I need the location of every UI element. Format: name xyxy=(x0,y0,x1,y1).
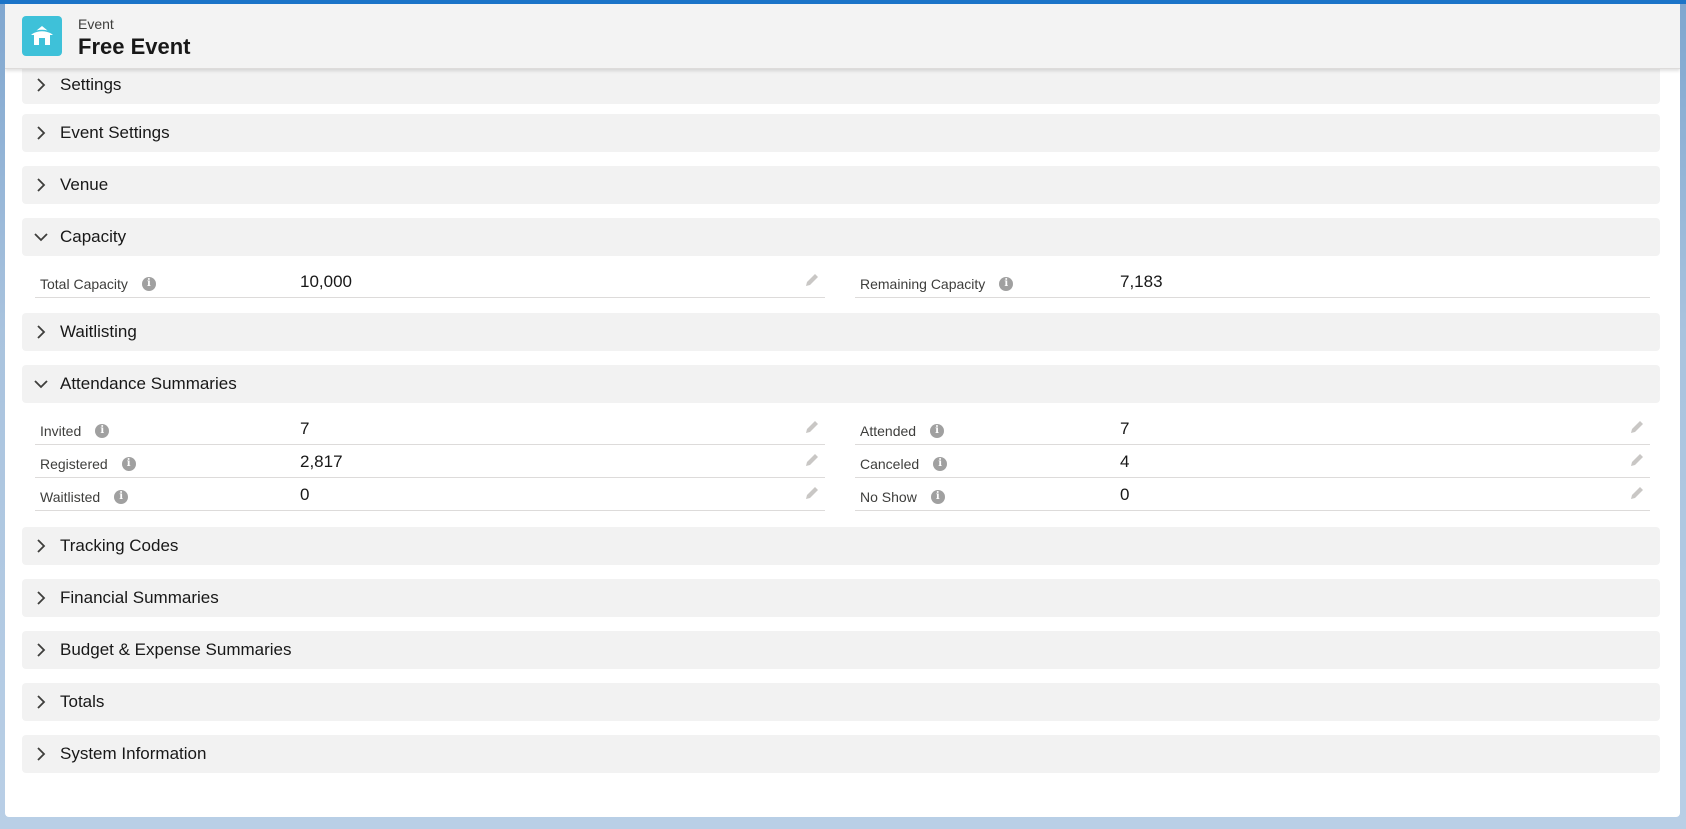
record-header: Event Free Event xyxy=(5,4,1680,69)
field-attended: Attended i 7 xyxy=(855,411,1650,445)
pencil-icon[interactable] xyxy=(804,272,820,288)
chevron-right-icon xyxy=(34,325,48,339)
chevron-right-icon xyxy=(34,539,48,553)
field-label: No Show xyxy=(860,489,917,505)
field-value: 2,817 xyxy=(300,452,343,471)
section-event-settings[interactable]: Event Settings xyxy=(22,114,1660,152)
field-value: 7 xyxy=(300,419,310,438)
section-budget-expense-summaries[interactable]: Budget & Expense Summaries xyxy=(22,631,1660,669)
object-type-label: Event xyxy=(78,16,114,32)
field-label: Attended xyxy=(860,423,917,439)
section-label: Event Settings xyxy=(60,123,170,142)
field-invited: Invited i 7 xyxy=(35,411,825,445)
pencil-icon[interactable] xyxy=(1629,485,1645,501)
chevron-down-icon xyxy=(34,377,48,391)
section-label: Totals xyxy=(60,692,105,711)
section-label: Venue xyxy=(60,175,109,194)
info-icon[interactable]: i xyxy=(141,277,156,291)
section-label: System Information xyxy=(60,744,207,763)
section-capacity[interactable]: Capacity xyxy=(22,218,1660,256)
info-icon[interactable]: i xyxy=(121,457,136,471)
info-icon[interactable]: i xyxy=(930,490,945,504)
field-total-capacity: Total Capacity i 10,000 xyxy=(35,264,825,298)
chevron-right-icon xyxy=(34,747,48,761)
pencil-icon[interactable] xyxy=(1629,452,1645,468)
info-icon[interactable]: i xyxy=(930,424,945,438)
chevron-right-icon xyxy=(34,178,48,192)
field-label: Total Capacity xyxy=(40,276,128,292)
section-attendance-summaries[interactable]: Attendance Summaries xyxy=(22,365,1660,403)
event-house-icon xyxy=(22,16,62,56)
field-no-show: No Show i 0 xyxy=(855,477,1650,511)
chevron-right-icon xyxy=(34,643,48,657)
field-label: Invited xyxy=(40,423,82,439)
field-label: Canceled xyxy=(860,456,920,472)
section-label: Waitlisting xyxy=(60,322,137,341)
field-label: Registered xyxy=(40,456,108,472)
section-tracking-codes[interactable]: Tracking Codes xyxy=(22,527,1660,565)
field-remaining-capacity: Remaining Capacity i 7,183 xyxy=(855,264,1650,298)
pencil-icon[interactable] xyxy=(804,419,820,435)
section-label: Tracking Codes xyxy=(60,536,179,555)
field-label: Remaining Capacity xyxy=(860,276,986,292)
section-label: Financial Summaries xyxy=(60,588,219,607)
field-value: 4 xyxy=(1120,452,1130,471)
pencil-icon[interactable] xyxy=(1629,419,1645,435)
field-registered: Registered i 2,817 xyxy=(35,444,825,478)
pencil-icon[interactable] xyxy=(804,485,820,501)
pencil-icon[interactable] xyxy=(804,452,820,468)
field-value: 10,000 xyxy=(300,272,352,291)
section-financial-summaries[interactable]: Financial Summaries xyxy=(22,579,1660,617)
chevron-right-icon xyxy=(34,78,48,92)
record-title: Free Event xyxy=(78,34,191,59)
field-canceled: Canceled i 4 xyxy=(855,444,1650,478)
section-waitlisting[interactable]: Waitlisting xyxy=(22,313,1660,351)
chevron-right-icon xyxy=(34,695,48,709)
section-venue[interactable]: Venue xyxy=(22,166,1660,204)
field-value: 0 xyxy=(1120,485,1130,504)
info-icon[interactable]: i xyxy=(933,457,948,471)
section-label: Budget & Expense Summaries xyxy=(60,640,292,659)
field-value: 0 xyxy=(300,485,310,504)
section-settings[interactable]: Settings xyxy=(22,66,1660,104)
chevron-right-icon xyxy=(34,126,48,140)
field-value: 7 xyxy=(1120,419,1130,438)
section-label: Settings xyxy=(60,75,122,94)
field-label: Waitlisted xyxy=(40,489,101,505)
field-value: 7,183 xyxy=(1120,272,1163,291)
section-label: Attendance Summaries xyxy=(60,374,237,393)
record-detail-card: Event Free Event Settings Event Settings… xyxy=(5,4,1680,817)
field-waitlisted: Waitlisted i 0 xyxy=(35,477,825,511)
chevron-right-icon xyxy=(34,591,48,605)
info-icon[interactable]: i xyxy=(95,424,110,438)
chevron-down-icon xyxy=(34,230,48,244)
info-icon[interactable]: i xyxy=(114,490,129,504)
section-system-information[interactable]: System Information xyxy=(22,735,1660,773)
section-totals[interactable]: Totals xyxy=(22,683,1660,721)
info-icon[interactable]: i xyxy=(999,277,1014,291)
section-label: Capacity xyxy=(60,227,127,246)
